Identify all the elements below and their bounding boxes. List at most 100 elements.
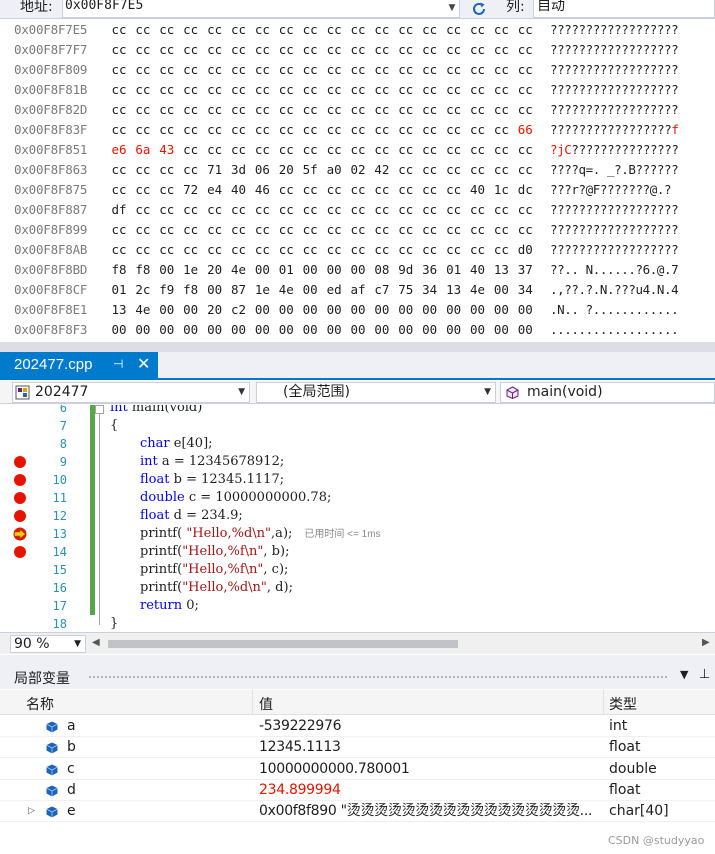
memory-byte[interactable]: dc [516,180,534,200]
memory-byte[interactable]: 00 [397,320,415,340]
memory-byte[interactable]: 00 [206,320,224,340]
memory-byte[interactable]: cc [373,120,391,140]
memory-byte[interactable]: cc [301,100,319,120]
memory-byte[interactable]: cc [445,160,463,180]
memory-byte[interactable]: cc [230,20,248,40]
memory-byte[interactable]: cc [158,220,176,240]
code-line[interactable]: 12 float d = 234.9; [0,507,715,525]
memory-byte[interactable]: cc [325,20,343,40]
memory-byte[interactable]: cc [301,140,319,160]
memory-byte[interactable]: cc [421,40,439,60]
breakpoint-icon[interactable] [14,474,26,486]
memory-byte[interactable]: cc [373,40,391,60]
memory-byte[interactable]: cc [492,100,510,120]
memory-byte[interactable]: 13 [492,260,510,280]
memory-byte[interactable]: 00 [277,320,295,340]
memory-byte[interactable]: cc [301,40,319,60]
code-line[interactable]: 8 char e[40]; [0,435,715,453]
memory-byte[interactable]: cc [134,100,152,120]
memory-byte[interactable]: 00 [253,260,271,280]
memory-byte[interactable]: 20 [277,160,295,180]
window-menu-icon[interactable]: ▼ [680,668,688,681]
columns-select[interactable]: 自动 [533,0,715,18]
memory-byte[interactable]: cc [134,40,152,60]
memory-byte[interactable]: cc [110,180,128,200]
close-icon[interactable]: ✕ [137,354,150,373]
memory-byte[interactable]: 1c [492,180,510,200]
memory-byte[interactable]: cc [134,200,152,220]
memory-byte[interactable]: 1e [253,280,271,300]
memory-byte[interactable]: cc [516,160,534,180]
memory-byte[interactable]: cc [110,20,128,40]
memory-byte[interactable]: cc [134,180,152,200]
current-statement-arrow-icon[interactable] [12,527,28,541]
memory-byte[interactable]: cc [301,220,319,240]
memory-byte[interactable]: cc [373,80,391,100]
memory-byte[interactable]: cc [469,60,487,80]
memory-byte[interactable]: df [110,200,128,220]
memory-byte[interactable]: cc [110,100,128,120]
variable-value[interactable]: -539222976 [259,716,599,737]
memory-byte[interactable]: 34 [516,280,534,300]
memory-byte[interactable]: cc [277,200,295,220]
memory-byte[interactable]: 00 [158,320,176,340]
memory-byte[interactable]: cc [469,40,487,60]
code-line[interactable]: 15 printf("Hello,%f\n", c); [0,561,715,579]
memory-byte[interactable]: 40 [469,180,487,200]
code-line[interactable]: 11 double c = 10000000000.78; [0,489,715,507]
memory-byte[interactable]: cc [516,200,534,220]
variable-value[interactable]: 10000000000.780001 [259,759,599,780]
memory-byte[interactable]: cc [182,20,200,40]
memory-byte[interactable]: cc [373,220,391,240]
memory-byte[interactable]: cc [325,220,343,240]
memory-byte[interactable]: cc [349,20,367,40]
memory-byte[interactable]: cc [349,100,367,120]
memory-byte[interactable]: cc [158,180,176,200]
memory-byte[interactable]: 00 [182,300,200,320]
memory-byte[interactable]: 00 [134,320,152,340]
memory-byte[interactable]: 00 [301,260,319,280]
memory-byte[interactable]: 9d [397,260,415,280]
memory-byte[interactable]: cc [397,240,415,260]
memory-byte[interactable]: cc [301,60,319,80]
memory-byte[interactable]: cc [253,40,271,60]
memory-byte[interactable]: cc [230,120,248,140]
memory-byte[interactable]: 00 [421,320,439,340]
memory-byte[interactable]: 43 [158,140,176,160]
memory-byte[interactable]: cc [277,140,295,160]
memory-byte[interactable]: cc [182,200,200,220]
memory-byte[interactable]: cc [421,120,439,140]
memory-byte[interactable]: cc [516,40,534,60]
memory-byte[interactable]: 00 [325,300,343,320]
memory-byte[interactable]: 4e [469,280,487,300]
memory-byte[interactable]: 00 [373,300,391,320]
memory-byte[interactable]: cc [421,220,439,240]
memory-byte[interactable]: ed [325,280,343,300]
memory-byte[interactable]: 00 [421,300,439,320]
memory-byte[interactable]: 20 [206,300,224,320]
memory-byte[interactable]: cc [325,240,343,260]
memory-byte[interactable]: f8 [134,260,152,280]
memory-byte[interactable]: cc [301,80,319,100]
memory-byte[interactable]: cc [397,20,415,40]
breakpoint-icon[interactable] [14,510,26,522]
memory-byte[interactable]: a0 [325,160,343,180]
memory-byte[interactable]: cc [445,220,463,240]
memory-byte[interactable]: cc [469,80,487,100]
memory-byte[interactable]: 01 [445,260,463,280]
memory-byte[interactable]: cc [445,240,463,260]
memory-byte[interactable]: 75 [397,280,415,300]
memory-byte[interactable]: cc [182,100,200,120]
memory-byte[interactable]: cc [206,80,224,100]
memory-byte[interactable]: cc [516,100,534,120]
memory-byte[interactable]: cc [277,20,295,40]
memory-byte[interactable]: cc [110,40,128,60]
column-header-type[interactable]: 类型 [609,694,637,714]
memory-byte[interactable]: 00 [397,300,415,320]
scroll-right-icon[interactable]: ▶ [702,637,710,648]
memory-byte[interactable]: cc [182,240,200,260]
memory-byte[interactable]: cc [469,200,487,220]
memory-byte[interactable]: cc [158,100,176,120]
memory-byte[interactable]: cc [253,240,271,260]
memory-byte[interactable]: 00 [349,300,367,320]
